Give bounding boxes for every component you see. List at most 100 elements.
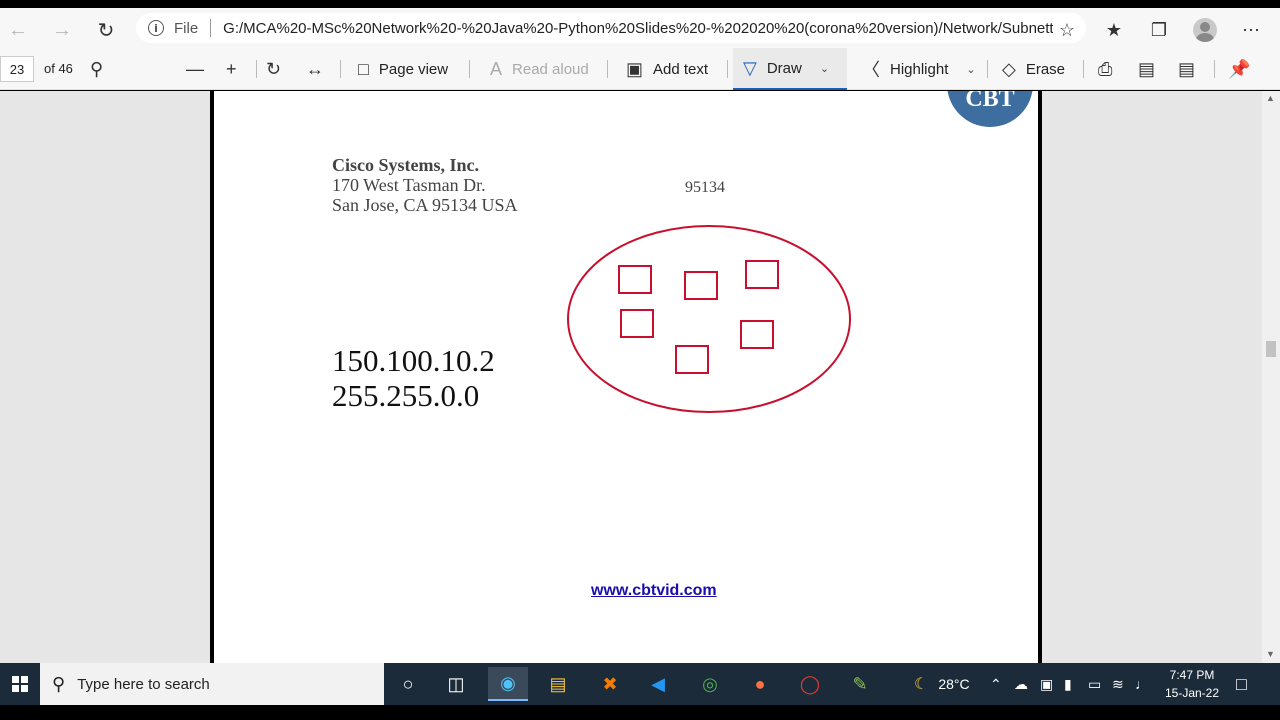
- vertical-scrollbar[interactable]: ▲ ▼: [1262, 91, 1280, 663]
- read-aloud-icon: A: [490, 58, 503, 79]
- file-explorer-icon[interactable]: ▤: [538, 667, 578, 701]
- search-icon: ⚲: [52, 673, 66, 694]
- page-view-label: Page view: [378, 60, 449, 78]
- city-address: San Jose, CA 95134 USA: [332, 195, 518, 215]
- forward-icon[interactable]: →: [48, 16, 76, 44]
- more-icon[interactable]: ⋯: [1237, 16, 1265, 44]
- scroll-up-icon[interactable]: ▲: [1266, 93, 1275, 103]
- start-button[interactable]: [0, 663, 40, 705]
- network-ellipse: [567, 225, 851, 413]
- toolbar-divider: [256, 60, 257, 78]
- save-as-button[interactable]: ▤: [1178, 48, 1195, 90]
- volume-icon[interactable]: ♩: [1135, 663, 1149, 705]
- ip-info: 150.100.10.2 255.255.0.0: [332, 343, 495, 413]
- rotate-button[interactable]: ↻: [266, 48, 281, 90]
- windows-taskbar: ⚲ Type here to search ○ ◫ ◉ ▤ ✖ ◀ ◎ ● ◯ …: [0, 663, 1280, 705]
- save-button[interactable]: ▤: [1138, 48, 1155, 90]
- save-icon: ▤: [1138, 58, 1156, 79]
- draw-pen-icon: ▽: [743, 57, 757, 78]
- erase-label: Erase: [1025, 60, 1066, 78]
- clock-date: 15-Jan-22: [1164, 686, 1220, 700]
- profile-avatar[interactable]: [1193, 18, 1217, 42]
- ip-address: 150.100.10.2: [332, 343, 495, 378]
- toolbar-divider: [987, 60, 988, 78]
- xampp-icon[interactable]: ✖: [590, 667, 630, 701]
- url-field[interactable]: i File G:/MCA%20-MSc%20Network%20-%20Jav…: [136, 13, 1086, 43]
- wifi-icon[interactable]: ≋: [1112, 663, 1124, 705]
- fit-width-icon: ↔: [306, 58, 324, 79]
- chrome-icon[interactable]: ◎: [690, 667, 730, 701]
- toolbar-divider: [340, 60, 341, 78]
- host-box: [740, 320, 774, 349]
- firefox-icon[interactable]: ●: [740, 667, 780, 701]
- scroll-thumb[interactable]: [1266, 341, 1276, 357]
- draw-button[interactable]: ▽ Draw ⌄: [733, 48, 847, 90]
- toolbar-divider: [1214, 60, 1215, 78]
- microphone-icon[interactable]: ▮: [1064, 663, 1072, 705]
- favorite-add-icon[interactable]: ☆: [1053, 16, 1081, 44]
- chevron-down-icon[interactable]: ⌄: [820, 62, 829, 75]
- network-diagram: [567, 225, 851, 413]
- screen-bottom-edge: [0, 705, 1280, 720]
- fit-width-button[interactable]: ↔: [306, 48, 324, 90]
- refresh-icon[interactable]: ↻: [92, 16, 120, 44]
- host-box: [745, 260, 779, 289]
- meet-now-icon[interactable]: ▣: [1040, 663, 1053, 705]
- task-view-icon[interactable]: ◫: [436, 667, 476, 701]
- pin-toolbar-button[interactable]: 📌: [1228, 48, 1250, 90]
- pdf-viewer[interactable]: CBT Cisco Systems, Inc. 170 West Tasman …: [0, 91, 1280, 663]
- toolbar-divider: [469, 60, 470, 78]
- print-button[interactable]: ⎙: [1098, 48, 1112, 90]
- zip-annotation: 95134: [685, 179, 725, 196]
- host-box: [620, 309, 654, 338]
- toolbar-divider: [1083, 60, 1084, 78]
- weather-widget[interactable]: ☾ 28°C: [914, 663, 970, 705]
- add-text-label: Add text: [653, 60, 709, 78]
- onedrive-icon[interactable]: ☁: [1014, 663, 1028, 705]
- chevron-down-icon[interactable]: ⌄: [966, 63, 975, 76]
- clock-time: 7:47 PM: [1169, 668, 1215, 682]
- toolbar-divider: [727, 60, 728, 78]
- minus-icon: —: [186, 58, 204, 79]
- page-number-input[interactable]: 23: [0, 56, 34, 82]
- clock[interactable]: 7:47 PM 15-Jan-22: [1160, 666, 1224, 702]
- page-view-icon: □: [358, 58, 369, 79]
- weather-temp: 28°C: [938, 676, 970, 692]
- notifications-icon[interactable]: □: [1236, 663, 1247, 705]
- url-separator: [210, 19, 212, 37]
- draw-label: Draw: [766, 59, 802, 77]
- zoom-in-button[interactable]: +: [226, 48, 237, 90]
- host-box: [618, 265, 652, 294]
- pin-icon: 📌: [1228, 58, 1251, 79]
- add-text-button[interactable]: ▣ Add text: [626, 48, 708, 90]
- cortana-icon[interactable]: ○: [388, 667, 428, 701]
- show-hidden-icons[interactable]: ⌃: [990, 663, 1002, 705]
- search-icon: ⚲: [90, 58, 104, 79]
- read-aloud-button[interactable]: A Read aloud: [490, 48, 589, 90]
- search-button[interactable]: ⚲: [90, 48, 103, 90]
- battery-icon[interactable]: ▭: [1088, 663, 1101, 705]
- vscode-icon[interactable]: ◀: [638, 667, 678, 701]
- edge-icon[interactable]: ◉: [488, 667, 528, 701]
- save-as-icon: ▤: [1178, 58, 1196, 79]
- file-label: File: [174, 19, 199, 37]
- info-icon[interactable]: i: [148, 20, 164, 36]
- highlight-label: Highlight: [890, 60, 949, 78]
- plus-icon: +: [226, 58, 237, 79]
- company-name: Cisco Systems, Inc.: [332, 155, 479, 175]
- favorites-icon[interactable]: ★: [1100, 16, 1128, 44]
- scroll-down-icon[interactable]: ▼: [1266, 649, 1275, 659]
- page-view-button[interactable]: □ Page view: [358, 48, 448, 90]
- back-icon[interactable]: ←: [4, 16, 32, 44]
- highlight-button[interactable]: 〈 Highlight ⌄: [862, 48, 976, 90]
- read-aloud-label: Read aloud: [512, 60, 589, 78]
- url-text[interactable]: G:/MCA%20-MSc%20Network%20-%20Java%20-Py…: [223, 20, 1053, 37]
- street-address: 170 West Tasman Dr.: [332, 175, 486, 195]
- zoom-out-button[interactable]: —: [186, 48, 204, 90]
- erase-button[interactable]: ◇ Erase: [1002, 48, 1065, 90]
- opera-icon[interactable]: ◯: [790, 667, 830, 701]
- taskbar-search[interactable]: ⚲ Type here to search: [40, 663, 384, 705]
- notepad-plus-icon[interactable]: ✎: [840, 667, 880, 701]
- collections-icon[interactable]: ❐: [1145, 16, 1173, 44]
- website-link[interactable]: www.cbtvid.com: [591, 582, 717, 600]
